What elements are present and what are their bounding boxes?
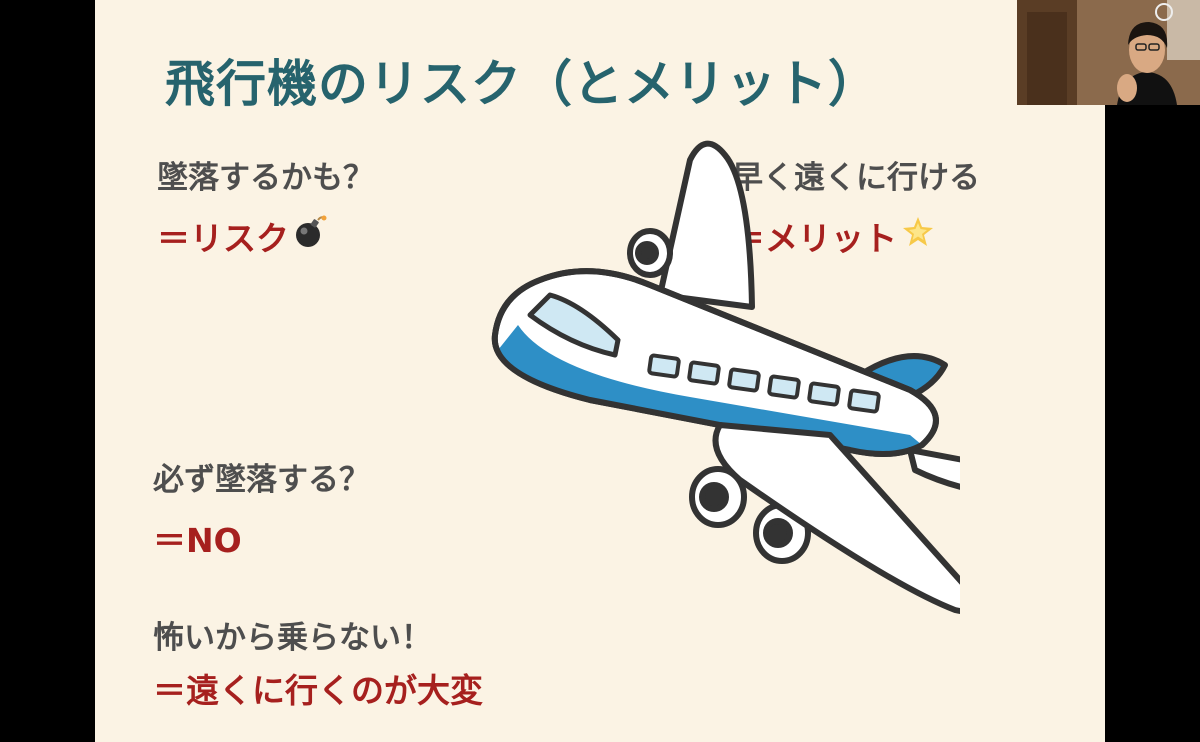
question-always-crash: 必ず墜落する？ <box>153 462 370 498</box>
answer-no: ＝NO <box>153 521 242 560</box>
answer-hard-to-travel: ＝遠くに行くのが大変 <box>153 671 483 710</box>
presentation-slide: 飛行機のリスク（とメリット） 墜落するかも？ ＝リスク 早く遠くに行ける ＝メリ… <box>95 0 1105 742</box>
bomb-icon <box>293 215 327 257</box>
airplane-illustration <box>390 135 1003 619</box>
presenter-webcam-view <box>1017 0 1200 105</box>
answer-risk-text: ＝リスク <box>157 219 289 258</box>
answer-risk: ＝リスク <box>157 212 327 260</box>
question-crash-maybe: 墜落するかも？ <box>157 160 374 196</box>
slide-title: 飛行機のリスク（とメリット） <box>165 55 879 113</box>
